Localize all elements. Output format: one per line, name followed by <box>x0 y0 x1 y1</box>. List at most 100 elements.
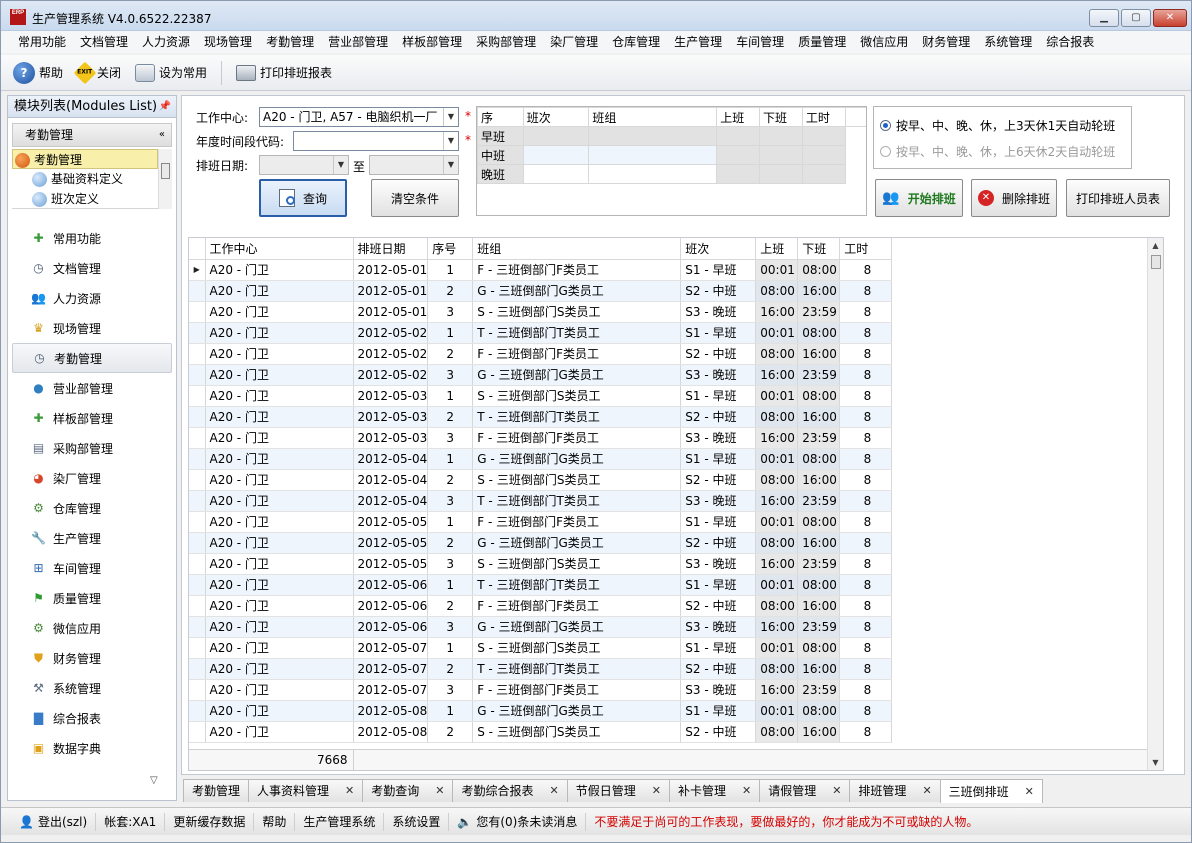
print-staff-button[interactable]: 打印排班人员表 <box>1066 179 1170 217</box>
sidebar-item[interactable]: ✚ 样板部管理 <box>12 403 172 433</box>
tab-4[interactable]: 节假日管理 ✕ <box>566 779 670 802</box>
table-row[interactable]: A20 - 门卫 2012-05-04 2 S - 三班倒部门S类员工 S2 - 中班 0… <box>189 469 893 491</box>
menu-item[interactable]: 染厂管理 <box>543 31 605 53</box>
calendar-dropdown-icon[interactable]: ▼ <box>333 156 348 174</box>
minimize-button[interactable]: ▁ <box>1089 9 1119 27</box>
close-window-button[interactable]: ✕ <box>1153 9 1187 27</box>
maximize-button[interactable]: ▢ <box>1121 9 1151 27</box>
sidebar-item[interactable]: ⚑ 质量管理 <box>12 583 172 613</box>
table-row[interactable]: A20 - 门卫 2012-05-01 2 G - 三班倒部门G类员工 S2 - 中班 0… <box>189 280 893 302</box>
refresh-cache-item[interactable]: 更新缓存数据 <box>165 812 255 831</box>
menu-item[interactable]: 考勤管理 <box>259 31 321 53</box>
shift-row-early[interactable]: 早班 <box>477 126 867 146</box>
close-tab-icon[interactable]: ✕ <box>550 780 559 802</box>
messages-item[interactable]: 🔈 您有(0)条未读消息 <box>449 812 587 831</box>
query-button[interactable]: 查询 <box>259 179 347 217</box>
menu-item[interactable]: 样板部管理 <box>395 31 469 53</box>
close-tool[interactable]: EXIT 关闭 <box>73 61 121 84</box>
table-row[interactable]: A20 - 门卫 2012-05-02 3 G - 三班倒部门G类员工 S3 - 晚班 1… <box>189 364 893 386</box>
grid-scrollbar[interactable]: ▲ ▼ <box>1147 238 1163 770</box>
tree-item-basic-data[interactable]: 基础资料定义 <box>12 169 172 189</box>
menu-item[interactable]: 质量管理 <box>791 31 853 53</box>
column-header[interactable]: 工时 <box>839 238 893 260</box>
scroll-down-icon[interactable]: ▼ <box>1148 755 1163 770</box>
tab-3[interactable]: 考勤综合报表 ✕ <box>452 779 568 802</box>
sidebar-item[interactable]: ⛊ 财务管理 <box>12 643 172 673</box>
column-header[interactable]: 序号 <box>427 238 474 260</box>
tab-1[interactable]: 人事资料管理 ✕ <box>248 779 364 802</box>
column-header[interactable]: 排班日期 <box>353 238 429 260</box>
sidebar-item[interactable]: ♛ 现场管理 <box>12 313 172 343</box>
settings-item[interactable]: 系统设置 <box>384 812 450 831</box>
menu-item[interactable]: 微信应用 <box>853 31 915 53</box>
start-schedule-button[interactable]: 👥 开始排班 <box>875 179 963 217</box>
sidebar-item[interactable]: ◕ 染厂管理 <box>12 463 172 493</box>
table-row[interactable]: A20 - 门卫 2012-05-06 1 T - 三班倒部门T类员工 S1 - 早班 0… <box>189 574 893 596</box>
tab-6[interactable]: 请假管理 ✕ <box>759 779 851 802</box>
sidebar-item[interactable]: ⚙ 仓库管理 <box>12 493 172 523</box>
table-row[interactable]: A20 - 门卫 2012-05-03 1 S - 三班倒部门S类员工 S1 - 早班 0… <box>189 385 893 407</box>
radio-unselected[interactable] <box>880 146 891 157</box>
table-row[interactable]: A20 - 门卫 2012-05-04 3 T - 三班倒部门T类员工 S3 - 晚班 1… <box>189 490 893 512</box>
rotation-option-6-2[interactable]: 按早、中、晚、休，上6天休2天自动轮班 <box>880 143 1115 160</box>
column-header[interactable]: 上班 <box>755 238 799 260</box>
sidebar-item[interactable]: ◷ 考勤管理 <box>12 343 172 373</box>
close-tab-icon[interactable]: ✕ <box>652 780 661 802</box>
date-to-field[interactable]: ▼ <box>369 155 459 175</box>
scroll-thumb[interactable] <box>1151 255 1161 269</box>
menu-item[interactable]: 文档管理 <box>73 31 135 53</box>
sidebar-item[interactable]: 👥 人力资源 <box>12 283 172 313</box>
status-help-item[interactable]: 帮助 <box>254 812 296 831</box>
dropdown-arrow-icon[interactable]: ▼ <box>443 108 458 126</box>
table-row[interactable]: A20 - 门卫 2012-05-03 3 F - 三班倒部门F类员工 S3 - 晚班 1… <box>189 427 893 449</box>
shift-row-middle[interactable]: 中班 <box>477 145 867 165</box>
menu-item[interactable]: 综合报表 <box>1039 31 1101 53</box>
sidebar-item[interactable]: ⊞ 车间管理 <box>12 553 172 583</box>
table-row[interactable]: A20 - 门卫 2012-05-02 1 T - 三班倒部门T类员工 S1 - 早班 0… <box>189 322 893 344</box>
sidebar-item[interactable]: ⚒ 系统管理 <box>12 673 172 703</box>
menu-item[interactable]: 仓库管理 <box>605 31 667 53</box>
sidebar-item[interactable]: ⚙ 微信应用 <box>12 613 172 643</box>
table-row[interactable]: A20 - 门卫 2012-05-02 2 F - 三班倒部门F类员工 S2 - 中班 0… <box>189 343 893 365</box>
table-row[interactable]: A20 - 门卫 2012-05-01 3 S - 三班倒部门S类员工 S3 - 晚班 1… <box>189 301 893 323</box>
work-center-select[interactable]: A20 - 门卫, A57 - 电脑织机一厂 ▼ <box>259 107 459 127</box>
shift-row-night[interactable]: 晚班 <box>477 164 867 184</box>
print-report-tool[interactable]: 打印排班报表 <box>236 64 332 81</box>
tree-item-root[interactable]: 考勤管理 <box>12 149 158 169</box>
close-tab-icon[interactable]: ✕ <box>435 780 444 802</box>
sidebar-item[interactable]: 🔧 生产管理 <box>12 523 172 553</box>
table-row[interactable]: A20 - 门卫 2012-05-05 2 G - 三班倒部门G类员工 S2 - 中班 0… <box>189 532 893 554</box>
table-row[interactable]: A20 - 门卫 2012-05-03 2 T - 三班倒部门T类员工 S2 - 中班 0… <box>189 406 893 428</box>
table-row[interactable]: A20 - 门卫 2012-05-05 3 S - 三班倒部门S类员工 S3 - 晚班 1… <box>189 553 893 575</box>
sidebar-item[interactable]: ◷ 文档管理 <box>12 253 172 283</box>
menu-item[interactable]: 系统管理 <box>977 31 1039 53</box>
sidebar-item[interactable]: ▣ 数据字典 <box>12 733 172 763</box>
menu-item[interactable]: 采购部管理 <box>469 31 543 53</box>
table-row[interactable]: A20 - 门卫 2012-05-04 1 G - 三班倒部门G类员工 S1 - 早班 0… <box>189 448 893 470</box>
close-tab-icon[interactable]: ✕ <box>832 780 841 802</box>
tree-scrollbar[interactable] <box>158 149 172 209</box>
more-modules-icon[interactable]: ▽ <box>150 775 158 786</box>
set-common-tool[interactable]: 设为常用 <box>135 63 207 82</box>
column-header[interactable]: 班次 <box>680 238 757 260</box>
menu-item[interactable]: 财务管理 <box>915 31 977 53</box>
sidebar-item[interactable]: ● 营业部管理 <box>12 373 172 403</box>
logout-item[interactable]: 👤 登出(szl) <box>11 812 97 831</box>
sidebar-item[interactable]: ✚ 常用功能 <box>12 223 172 253</box>
system-item[interactable]: 生产管理系统 <box>295 812 385 831</box>
table-row[interactable]: A20 - 门卫 2012-05-06 3 G - 三班倒部门G类员工 S3 - 晚班 1… <box>189 616 893 638</box>
tab-0[interactable]: 考勤管理 <box>183 779 250 802</box>
close-tab-icon[interactable]: ✕ <box>742 780 751 802</box>
column-header[interactable]: 下班 <box>797 238 841 260</box>
tab-2[interactable]: 考勤查询 ✕ <box>362 779 454 802</box>
menu-item[interactable]: 营业部管理 <box>321 31 395 53</box>
period-select[interactable]: ▼ <box>293 131 459 151</box>
close-tab-icon[interactable]: ✕ <box>345 780 354 802</box>
table-row[interactable]: A20 - 门卫 2012-05-08 2 S - 三班倒部门S类员工 S2 - 中班 0… <box>189 721 893 743</box>
table-row[interactable]: A20 - 门卫 2012-05-06 2 F - 三班倒部门F类员工 S2 - 中班 0… <box>189 595 893 617</box>
table-row[interactable]: A20 - 门卫 2012-05-05 1 F - 三班倒部门F类员工 S1 - 早班 0… <box>189 511 893 533</box>
menu-item[interactable]: 生产管理 <box>667 31 729 53</box>
scroll-up-icon[interactable]: ▲ <box>1148 238 1163 254</box>
table-row[interactable]: A20 - 门卫 2012-05-07 1 S - 三班倒部门S类员工 S1 - 早班 0… <box>189 637 893 659</box>
tab-8[interactable]: 三班倒排班 ✕ <box>939 779 1043 803</box>
